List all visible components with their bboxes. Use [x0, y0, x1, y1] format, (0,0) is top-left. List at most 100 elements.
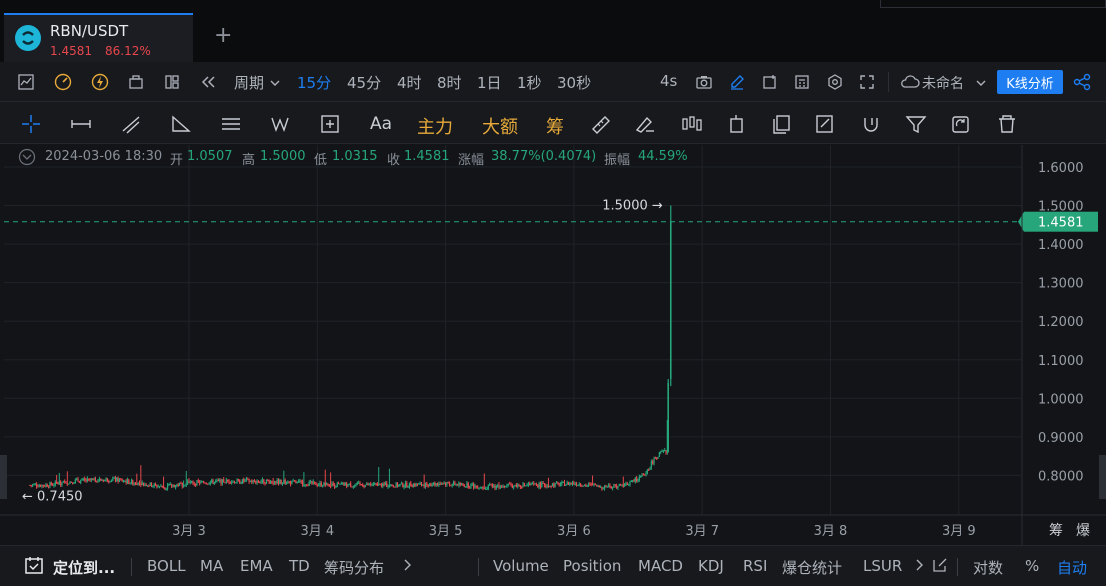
price-chart[interactable]: 1.4581 1.5000 → ← 0.7450 1.6000 1.5000 1.400…	[0, 145, 1106, 545]
edit-note-icon[interactable]	[815, 114, 837, 134]
change-value: 38.77%(0.4074)	[491, 149, 597, 164]
open-label: 开	[170, 153, 184, 168]
position-icon[interactable]	[726, 114, 748, 134]
indicator-volume[interactable]: Volume	[493, 557, 549, 575]
flash-icon[interactable]	[91, 73, 109, 91]
indicator-rsi[interactable]: RSI	[743, 557, 767, 575]
indicator-chip-distribution[interactable]: 筹码分布	[324, 557, 384, 578]
magnet-icon[interactable]	[860, 114, 882, 134]
add-tab-button[interactable]: +	[214, 25, 232, 47]
candle-body	[497, 485, 499, 487]
calculator-icon[interactable]	[793, 73, 811, 91]
high-value: 1.5000	[260, 149, 306, 164]
sync-icon[interactable]	[950, 114, 972, 134]
calendar-check-icon[interactable]	[24, 555, 44, 579]
indicator-liquidation-stats[interactable]: 爆仓统计	[782, 557, 842, 578]
candle-body	[394, 486, 396, 488]
chart-toolbar: 周期 15分 45分 4时 8时 1日 1秒 30秒 4s 未命名 K线分析	[0, 62, 1106, 102]
interval-1d[interactable]: 1日	[477, 72, 502, 93]
measure-box-icon[interactable]	[320, 114, 342, 134]
crosshair-icon[interactable]	[20, 114, 42, 134]
auto-scale-toggle[interactable]: 自动	[1057, 557, 1087, 578]
kline-analysis-button[interactable]: K线分析	[997, 70, 1063, 94]
candle-body	[595, 485, 598, 487]
cloud-icon[interactable]	[899, 73, 921, 91]
candle-body	[165, 488, 167, 490]
text-tool[interactable]: Aa	[370, 114, 392, 134]
chevron-right-icon[interactable]	[403, 557, 413, 577]
candle-body	[161, 485, 163, 488]
collapse-icon[interactable]	[18, 148, 36, 170]
layout-icon[interactable]	[163, 73, 181, 91]
candle-body	[77, 479, 79, 482]
interval-1s[interactable]: 1秒	[517, 72, 542, 93]
indicator-macd[interactable]: MACD	[638, 557, 683, 575]
pencil-icon[interactable]	[728, 73, 746, 91]
left-panel-handle[interactable]	[0, 455, 7, 499]
candle-body	[565, 484, 567, 486]
chevron-right-icon[interactable]	[915, 557, 925, 577]
briefcase-icon[interactable]	[127, 73, 145, 91]
interval-15m[interactable]: 15分	[297, 72, 331, 93]
locate-to-button[interactable]: 定位到...	[53, 557, 115, 578]
chevron-down-icon[interactable]	[266, 74, 284, 92]
log-scale-toggle[interactable]: 对数	[973, 557, 1003, 578]
triangle-icon[interactable]	[170, 114, 192, 134]
indicator-ma[interactable]: MA	[200, 557, 223, 575]
candle-body	[340, 483, 342, 485]
indicator-td[interactable]: TD	[289, 557, 310, 575]
candle-body	[101, 480, 103, 482]
share-icon[interactable]	[1073, 73, 1091, 91]
trash-icon[interactable]	[996, 114, 1018, 134]
speed-gauge-icon[interactable]	[54, 73, 72, 91]
period-dropdown[interactable]: 周期	[234, 72, 264, 93]
fullscreen-icon[interactable]	[858, 73, 876, 91]
indicator-kdj[interactable]: KDJ	[698, 557, 724, 575]
chart-type-icon[interactable]	[17, 73, 35, 91]
interval-4h[interactable]: 4时	[397, 72, 422, 93]
candle-body	[237, 479, 239, 481]
interval-30s[interactable]: 30秒	[557, 72, 591, 93]
trend-line-icon[interactable]	[120, 114, 142, 134]
camera-icon[interactable]	[695, 73, 713, 91]
chip-tool[interactable]: 筹	[546, 113, 564, 139]
ruler-icon[interactable]	[590, 114, 612, 134]
chip-side-label[interactable]: 筹	[1049, 522, 1063, 539]
indicator-ema[interactable]: EMA	[240, 557, 273, 575]
candle-body	[312, 481, 314, 484]
interval-45m[interactable]: 45分	[347, 72, 381, 93]
layout-chevron-icon[interactable]	[972, 74, 990, 92]
candles-icon[interactable]	[680, 114, 702, 134]
horizontal-line-icon[interactable]	[70, 114, 92, 134]
candle-body	[201, 481, 203, 483]
parallel-lines-icon[interactable]	[220, 114, 242, 134]
symbol-tab[interactable]: RBN/USDT 1.4581 86.12%	[4, 13, 193, 62]
large-amount-tool[interactable]: 大额	[482, 113, 518, 139]
main-force-tool[interactable]: 主力	[417, 113, 453, 139]
indicator-boll[interactable]: BOLL	[147, 557, 186, 575]
candle-body	[553, 484, 555, 487]
candle-body	[300, 480, 302, 482]
layout-name[interactable]: 未命名	[922, 73, 964, 93]
edit-indicators-icon[interactable]	[932, 557, 948, 577]
liquidation-side-label[interactable]: 爆	[1076, 523, 1090, 539]
interval-8h[interactable]: 8时	[437, 72, 462, 93]
candle-body	[279, 479, 281, 484]
brush-icon[interactable]	[634, 114, 656, 134]
percent-scale-toggle[interactable]: %	[1025, 557, 1039, 575]
candle-body	[272, 482, 274, 484]
interval-4s[interactable]: 4s	[660, 72, 677, 90]
indicator-lsur[interactable]: LSUR	[863, 557, 902, 575]
candle-body	[602, 488, 604, 490]
right-panel-handle[interactable]	[1099, 455, 1106, 499]
rewind-icon[interactable]	[199, 73, 217, 91]
copy-icon[interactable]	[771, 114, 793, 134]
candle-body	[53, 485, 55, 487]
wave-icon[interactable]	[270, 114, 292, 134]
add-window-icon[interactable]	[761, 73, 779, 91]
settings-icon[interactable]	[826, 73, 844, 91]
filter-icon[interactable]	[905, 114, 927, 134]
candle-body	[637, 480, 639, 482]
candle-body	[204, 482, 206, 484]
indicator-position[interactable]: Position	[563, 557, 621, 575]
